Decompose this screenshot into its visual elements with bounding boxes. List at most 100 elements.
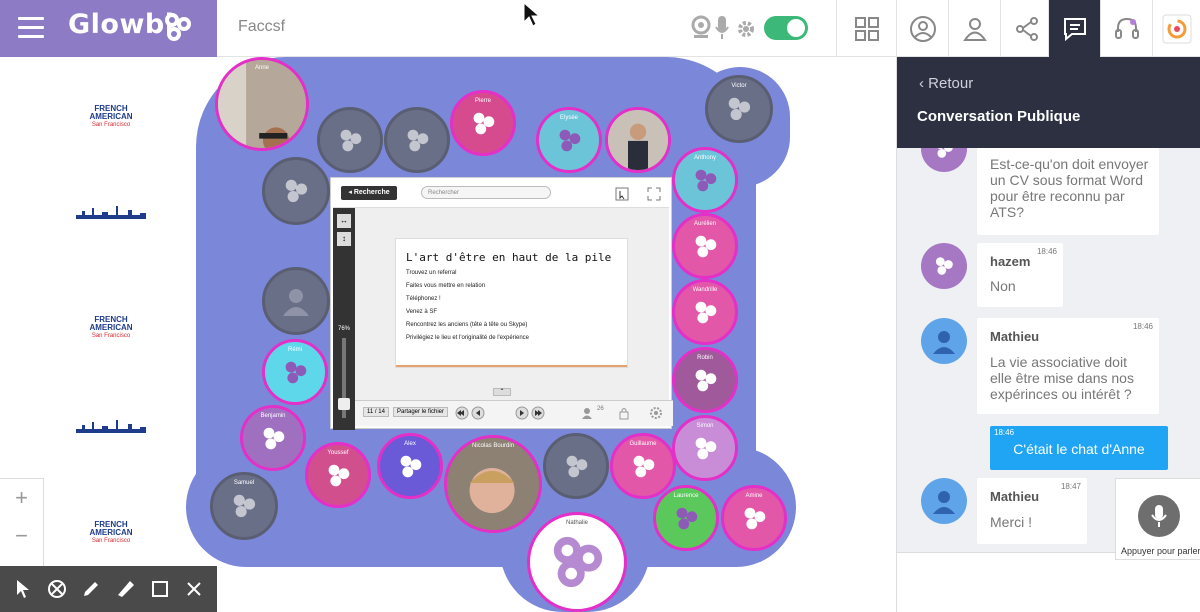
zoom-out-button[interactable]: − (0, 517, 43, 555)
presentation-search-input[interactable]: Rechercher (421, 186, 551, 199)
glowbl-user-icon (263, 427, 284, 449)
participant-avatar[interactable]: Rémi (262, 339, 328, 405)
share-button[interactable] (1000, 0, 1052, 57)
video-feed-icon (218, 60, 306, 148)
participant-avatar[interactable]: Wandrille (672, 279, 738, 345)
fullscreen-icon[interactable] (647, 187, 661, 201)
slide-underline (396, 365, 627, 367)
participant-avatar[interactable] (317, 107, 383, 173)
expand-icon[interactable]: ↔ (337, 214, 351, 228)
participant-avatar[interactable]: Guillaume (610, 433, 676, 499)
participant-avatar[interactable]: Victor (705, 75, 773, 143)
chat-message: Mathieu 18:47 Merci ! (977, 478, 1087, 544)
skyline-logo-icon (76, 420, 146, 433)
fit-icon[interactable]: ↕ (337, 232, 351, 246)
participant-avatar[interactable]: Samuel (210, 472, 278, 540)
grid-view-button[interactable] (836, 0, 896, 57)
first-page-icon[interactable] (455, 406, 469, 420)
eraser-tool-icon (48, 580, 67, 598)
glowbl-user-icon (695, 369, 716, 391)
lock-icon[interactable] (617, 406, 631, 420)
settings-icon[interactable] (649, 406, 663, 420)
pencil-tool-button[interactable] (78, 576, 104, 602)
participant-avatar[interactable] (262, 267, 330, 335)
participant-avatar[interactable]: Benjamin (240, 405, 306, 471)
glowbl-user-icon (553, 536, 603, 588)
next-page-icon[interactable] (515, 406, 529, 420)
sponsor-logo: FRENCH AMERICAN San Francisco (89, 315, 133, 340)
webcam-icon[interactable] (690, 15, 712, 41)
close-tool-icon (187, 582, 201, 596)
slide-bullet: Venez à SF (406, 309, 438, 315)
push-to-talk-button[interactable] (1138, 495, 1180, 537)
chat-input-area[interactable] (897, 552, 1200, 612)
pointer-icon[interactable] (615, 187, 629, 201)
participant-avatar[interactable]: Nicolas Bourdin (444, 435, 542, 533)
share-file-button[interactable]: Partager le fichier (393, 407, 449, 417)
zoom-in-button[interactable]: + (0, 479, 43, 517)
message-text: Non (990, 278, 1016, 294)
participant-avatar[interactable]: Pierre (450, 90, 516, 156)
grid-icon (854, 16, 879, 41)
glowbl-user-icon (340, 129, 361, 151)
participant-avatar[interactable]: Anne (215, 57, 309, 151)
sponsor-logo: FRENCH AMERICAN San Francisco (89, 520, 133, 545)
participant-avatar[interactable]: Youssef (305, 442, 371, 508)
push-to-talk-label: Appuyer pour parler (1121, 546, 1200, 556)
presentation-footer: 11 / 14 Partager le fichier 26 (355, 400, 673, 426)
participant-avatar[interactable]: Alex (377, 433, 443, 499)
eraser-tool-button[interactable] (44, 576, 70, 602)
presentation-back-button[interactable]: ◂ Recherche (341, 186, 397, 200)
chat-message: Mathieu 18:46 La vie associative doit el… (977, 318, 1159, 414)
participant-avatar[interactable]: Amine (721, 485, 787, 551)
participant-avatar[interactable]: Robin (672, 347, 738, 413)
participant-avatar[interactable] (262, 157, 330, 225)
glowbl-user-icon (407, 129, 428, 151)
participant-avatar[interactable]: Laurence (653, 485, 719, 551)
message-time: 18:47 (1060, 482, 1081, 491)
participant-avatar[interactable]: Simon (672, 415, 738, 481)
message-author: Mathieu (990, 489, 1040, 504)
chat-back-link[interactable]: ‹ Retour (919, 75, 973, 92)
participant-avatar[interactable]: Anthony (672, 147, 738, 213)
close-tool-button[interactable] (181, 576, 207, 602)
room-stage[interactable]: FRENCH AMERICAN San Francisco FRENCH AMER… (0, 57, 896, 612)
glowbl-logo-mark-icon (165, 13, 191, 41)
users-icon (962, 17, 987, 41)
chat-button[interactable] (1048, 0, 1100, 57)
participant-avatar[interactable] (384, 107, 450, 173)
default-user-icon (933, 491, 955, 514)
participant-avatar[interactable] (543, 433, 609, 499)
participant-avatar[interactable]: Nathalie (527, 512, 627, 612)
viewers-count: 26 (597, 406, 604, 412)
rectangle-tool-icon (151, 581, 168, 597)
top-bar: Glowbl Faccsf (0, 0, 1200, 57)
presentation-zoom-rail[interactable]: ↔ ↕ 76% (333, 208, 355, 430)
prev-page-icon[interactable] (471, 406, 485, 420)
hamburger-menu-button[interactable] (18, 17, 44, 39)
glowbl-user-icon (233, 494, 256, 518)
profile-icon (909, 15, 936, 42)
microphone-icon[interactable] (714, 15, 730, 41)
headset-button[interactable] (1100, 0, 1152, 57)
users-button[interactable] (948, 0, 1000, 57)
marker-tool-button[interactable] (113, 576, 139, 602)
message-text: Merci ! (990, 514, 1032, 530)
settings-icon[interactable] (737, 20, 755, 38)
cursor-tool-button[interactable] (10, 576, 36, 602)
zoom-slider-handle[interactable] (338, 398, 350, 410)
participant-avatar[interactable] (605, 107, 671, 173)
camera-toggle[interactable] (764, 16, 808, 40)
app-button[interactable] (1152, 0, 1200, 57)
collapse-chevron-icon[interactable]: ⌃ (493, 388, 511, 396)
glowbl-user-icon (937, 148, 953, 158)
last-page-icon[interactable] (531, 406, 545, 420)
default-user-icon (933, 331, 955, 354)
avatar (921, 318, 967, 364)
message-text: C'était le chat d'Anne (1013, 441, 1145, 457)
presentation-viewer[interactable]: ◂ Recherche Rechercher ↔ ↕ 76% L'art d'ê… (331, 178, 673, 430)
rectangle-tool-button[interactable] (147, 576, 173, 602)
participant-avatar[interactable]: Elysée (536, 107, 602, 173)
participant-avatar[interactable]: Aurélien (672, 213, 738, 279)
profile-button[interactable] (896, 0, 948, 57)
